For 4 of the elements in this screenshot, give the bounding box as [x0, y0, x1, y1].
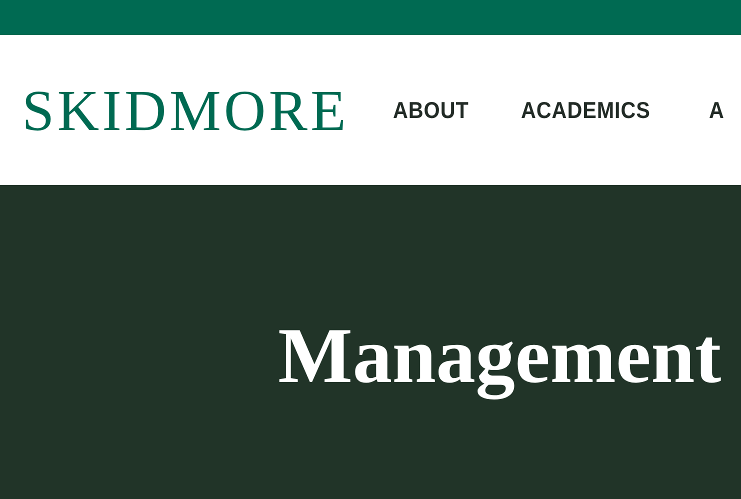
nav-link[interactable]: A [708, 96, 724, 124]
nav-link[interactable]: ABOUT [392, 96, 469, 124]
nav-link[interactable]: ACADEMICS [521, 96, 651, 124]
skidmore-logo[interactable]: SKIDMORE [22, 82, 349, 140]
